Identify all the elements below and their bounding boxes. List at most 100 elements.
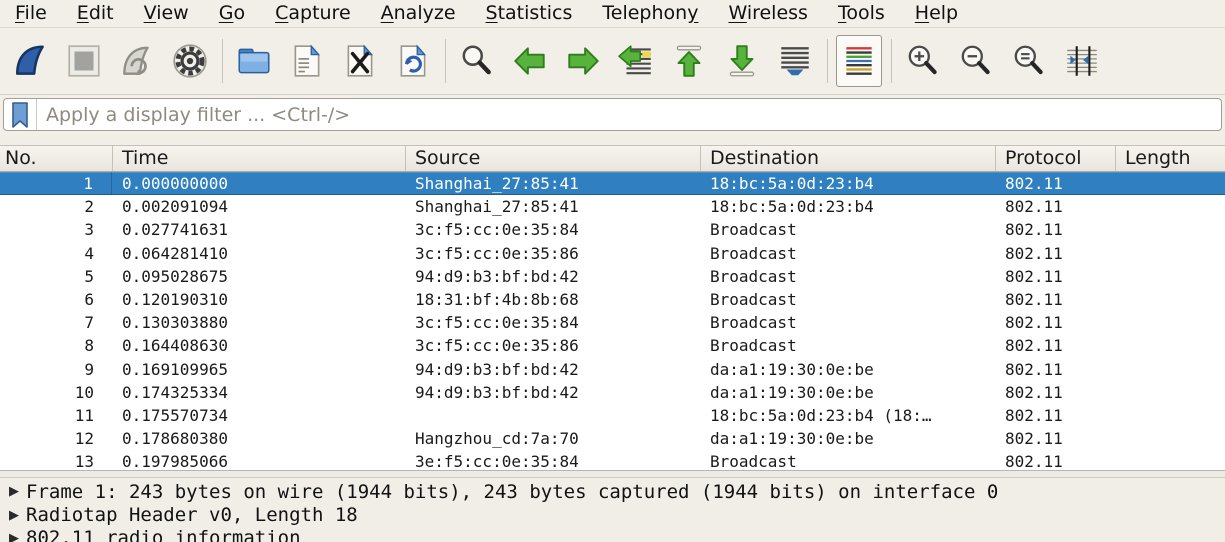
packet-row[interactable]: 80.1644086303c:f5:cc:0e:35:86Broadcast80…	[0, 334, 1225, 357]
filter-bookmark-icon	[11, 102, 29, 128]
menubar: FileEditViewGoCaptureAnalyzeStatisticsTe…	[0, 0, 1225, 28]
expander-triangle-icon[interactable]: ▶	[0, 508, 26, 523]
packet-row[interactable]: 10.000000000Shanghai_27:85:4118:bc:5a:0d…	[0, 172, 1225, 195]
packet-row[interactable]: 20.002091094Shanghai_27:85:4118:bc:5a:0d…	[0, 195, 1225, 218]
menu-edit[interactable]: Edit	[62, 0, 129, 28]
expander-triangle-icon[interactable]: ▶	[0, 484, 26, 499]
packet-cell-no: 6	[0, 288, 112, 311]
display-filter-input[interactable]	[37, 99, 1221, 130]
colorize-packets-button[interactable]	[836, 35, 882, 87]
detail-tree-row[interactable]: ▶Radiotap Header v0, Length 18	[0, 503, 1225, 526]
detail-tree-row[interactable]: ▶802.11 radio information	[0, 527, 1225, 542]
packet-cell-protocol: 802.11	[995, 218, 1115, 241]
packet-cell-protocol: 802.11	[995, 195, 1115, 218]
packet-row[interactable]: 120.178680380Hangzhou_cd:7a:70da:a1:19:3…	[0, 427, 1225, 450]
open-file-button[interactable]	[231, 35, 277, 87]
packet-row[interactable]: 70.1303038803c:f5:cc:0e:35:84Broadcast80…	[0, 311, 1225, 334]
go-forward-button[interactable]	[560, 35, 606, 87]
packet-cell-length	[1115, 404, 1225, 427]
packet-cell-protocol: 802.11	[995, 450, 1115, 470]
packet-list-pane: No.TimeSourceDestinationProtocolLength 1…	[0, 135, 1225, 470]
packet-list-header: No.TimeSourceDestinationProtocolLength	[0, 145, 1225, 172]
zoom-in-icon	[904, 42, 942, 80]
packet-cell-no: 2	[0, 195, 112, 218]
packet-cell-length	[1115, 381, 1225, 404]
go-back-arrow-icon	[511, 42, 549, 80]
menu-telephony[interactable]: Telephony	[587, 0, 713, 28]
menu-go[interactable]: Go	[204, 0, 260, 28]
packet-cell-protocol: 802.11	[995, 427, 1115, 450]
packet-row[interactable]: 30.0277416313c:f5:cc:0e:35:84Broadcast80…	[0, 218, 1225, 241]
packet-cell-time: 0.130303880	[112, 311, 405, 334]
packet-cell-source	[405, 404, 700, 427]
packet-row[interactable]: 50.09502867594:d9:b3:bf:bd:42Broadcast80…	[0, 265, 1225, 288]
column-header-source[interactable]: Source	[405, 146, 700, 171]
menu-file[interactable]: File	[0, 0, 62, 28]
packet-cell-no: 7	[0, 311, 112, 334]
packet-cell-length	[1115, 195, 1225, 218]
detail-row-text: 802.11 radio information	[26, 527, 301, 542]
packet-cell-destination: 18:bc:5a:0d:23:b4	[700, 195, 995, 218]
close-file-button[interactable]	[337, 35, 383, 87]
packet-cell-protocol: 802.11	[995, 172, 1115, 195]
go-to-first-packet-icon	[670, 42, 708, 80]
toolbar-separator	[222, 39, 223, 83]
packet-row[interactable]: 40.0642814103c:f5:cc:0e:35:86Broadcast80…	[0, 242, 1225, 265]
column-header-destination[interactable]: Destination	[700, 146, 995, 171]
go-back-button[interactable]	[507, 35, 553, 87]
go-to-packet-button[interactable]	[613, 35, 659, 87]
zoom-out-icon	[957, 42, 995, 80]
packet-row[interactable]: 130.1979850663e:f5:cc:0e:35:84Broadcast8…	[0, 450, 1225, 470]
pane-splitter[interactable]	[0, 470, 1225, 478]
packet-row[interactable]: 100.17432533494:d9:b3:bf:bd:42da:a1:19:3…	[0, 381, 1225, 404]
column-header-protocol[interactable]: Protocol	[995, 146, 1115, 171]
menu-analyze[interactable]: Analyze	[366, 0, 471, 28]
capture-options-button[interactable]	[167, 35, 213, 87]
menu-capture[interactable]: Capture	[260, 0, 366, 28]
detail-tree-row[interactable]: ▶Frame 1: 243 bytes on wire (1944 bits),…	[0, 480, 1225, 503]
menu-tools[interactable]: Tools	[823, 0, 900, 28]
packet-cell-destination: Broadcast	[700, 242, 995, 265]
packet-cell-time: 0.169109965	[112, 358, 405, 381]
start-capture-button[interactable]	[8, 35, 54, 87]
restart-capture-button[interactable]	[114, 35, 160, 87]
reload-file-icon	[394, 42, 432, 80]
packet-cell-destination: da:a1:19:30:0e:be	[700, 358, 995, 381]
packet-cell-source: Hangzhou_cd:7a:70	[405, 427, 700, 450]
reload-file-button[interactable]	[390, 35, 436, 87]
save-file-icon	[288, 42, 326, 80]
stop-capture-button[interactable]	[61, 35, 107, 87]
packet-cell-destination: da:a1:19:30:0e:be	[700, 427, 995, 450]
packet-cell-protocol: 802.11	[995, 311, 1115, 334]
packet-cell-source: 3c:f5:cc:0e:35:86	[405, 334, 700, 357]
packet-cell-source: 3c:f5:cc:0e:35:84	[405, 218, 700, 241]
zoom-out-button[interactable]	[953, 35, 999, 87]
resize-columns-button[interactable]	[1059, 35, 1105, 87]
packet-row[interactable]: 60.12019031018:31:bf:4b:8b:68Broadcast80…	[0, 288, 1225, 311]
filter-bookmark-button[interactable]	[4, 99, 37, 130]
menu-help[interactable]: Help	[900, 0, 973, 28]
display-filter-bar	[0, 95, 1225, 135]
auto-scroll-button[interactable]	[772, 35, 818, 87]
save-file-button[interactable]	[284, 35, 330, 87]
packet-cell-time: 0.178680380	[112, 427, 405, 450]
menu-view[interactable]: View	[129, 0, 204, 28]
toolbar-separator	[827, 39, 828, 83]
packet-cell-protocol: 802.11	[995, 358, 1115, 381]
find-packet-button[interactable]	[454, 35, 500, 87]
column-header-no[interactable]: No.	[0, 146, 112, 171]
resize-columns-icon	[1063, 42, 1101, 80]
packet-row[interactable]: 110.17557073418:bc:5a:0d:23:b4 (18:…802.…	[0, 404, 1225, 427]
zoom-in-button[interactable]	[900, 35, 946, 87]
packet-cell-length	[1115, 172, 1225, 195]
column-header-length[interactable]: Length	[1115, 146, 1225, 171]
expander-triangle-icon[interactable]: ▶	[0, 531, 26, 542]
column-header-time[interactable]: Time	[112, 146, 405, 171]
go-to-last-packet-button[interactable]	[719, 35, 765, 87]
go-to-first-packet-button[interactable]	[666, 35, 712, 87]
zoom-normal-button[interactable]	[1006, 35, 1052, 87]
menu-wireless[interactable]: Wireless	[713, 0, 823, 28]
packet-cell-destination: 18:bc:5a:0d:23:b4	[700, 172, 995, 195]
packet-row[interactable]: 90.16910996594:d9:b3:bf:bd:42da:a1:19:30…	[0, 358, 1225, 381]
menu-statistics[interactable]: Statistics	[471, 0, 588, 28]
